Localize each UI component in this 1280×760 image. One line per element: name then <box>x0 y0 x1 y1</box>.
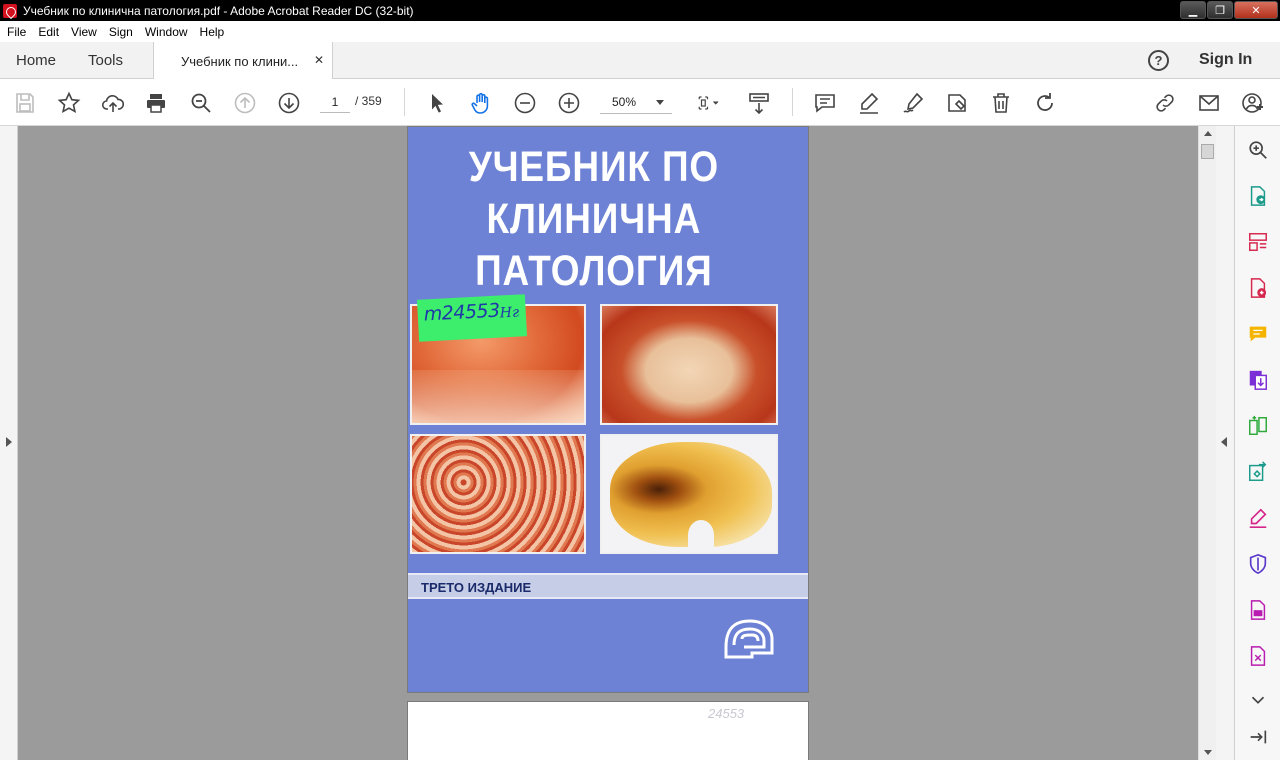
create-pdf-icon[interactable] <box>1246 276 1270 300</box>
restore-button[interactable]: ❐ <box>1207 1 1233 19</box>
vertical-scrollbar[interactable] <box>1198 126 1216 760</box>
zoom-level-select[interactable]: 50% <box>600 93 672 114</box>
menu-view[interactable]: View <box>65 25 103 39</box>
rotate-icon[interactable] <box>1032 90 1058 116</box>
right-panel-toggle[interactable] <box>1216 126 1234 760</box>
zoom-search-icon[interactable] <box>188 90 214 116</box>
close-window-button[interactable]: ✕ <box>1234 1 1278 19</box>
tab-document-label: Учебник по клини... <box>181 53 299 69</box>
tab-document[interactable]: Учебник по клини... ✕ <box>153 42 333 80</box>
cover-photo-cells <box>410 434 586 554</box>
publisher-logo-icon <box>724 619 774 659</box>
compare-files-icon[interactable] <box>1246 414 1270 438</box>
more-tools-chevron-icon[interactable] <box>1246 688 1270 712</box>
help-icon[interactable]: ? <box>1148 50 1169 71</box>
combine-files-icon[interactable] <box>1246 368 1270 392</box>
tab-bar: Home Tools Учебник по клини... ✕ <box>0 42 1280 80</box>
tab-home[interactable]: Home <box>16 42 56 79</box>
cover-title: УЧЕБНИК ПО КЛИНИЧНА ПАТОЛОГИЯ <box>434 141 754 297</box>
pdf-page-1: УЧЕБНИК ПО КЛИНИЧНА ПАТОЛОГИЯ m24553 Нг … <box>407 126 809 693</box>
scrollbar-thumb[interactable] <box>1201 144 1214 159</box>
upload-cloud-icon[interactable] <box>100 90 126 116</box>
toolbar-divider <box>404 88 405 116</box>
expand-left-icon <box>1221 437 1227 447</box>
tab-tools[interactable]: Tools <box>88 42 123 79</box>
fill-sign-pane-icon[interactable] <box>1246 506 1270 530</box>
print-icon[interactable] <box>143 90 169 116</box>
previous-page-icon[interactable] <box>232 90 258 116</box>
comment-pane-icon[interactable] <box>1246 322 1270 346</box>
draw-sign-icon[interactable] <box>900 90 926 116</box>
expand-right-icon <box>6 437 12 447</box>
window-controls: ▁ ❐ ✕ <box>1180 1 1278 19</box>
tools-pane <box>1234 126 1280 760</box>
menu-help[interactable]: Help <box>194 25 231 39</box>
scroll-down-icon[interactable] <box>1204 750 1212 755</box>
document-viewport[interactable]: УЧЕБНИК ПО КЛИНИЧНА ПАТОЛОГИЯ m24553 Нг … <box>18 126 1198 760</box>
cover-photo-tissue-2 <box>600 304 778 425</box>
zoom-out-icon[interactable] <box>512 90 538 116</box>
page-number-input[interactable]: 1 <box>320 93 350 113</box>
title-bar: Учебник по клинична патология.pdf - Adob… <box>0 0 1280 21</box>
scroll-up-icon[interactable] <box>1204 131 1212 136</box>
minimize-button[interactable]: ▁ <box>1180 1 1206 19</box>
redact-document-icon[interactable] <box>1246 644 1270 668</box>
pdf-page-2: 24553 <box>407 701 809 760</box>
cover-title-line: ПАТОЛОГИЯ <box>475 247 713 295</box>
export-pdf-icon[interactable] <box>1246 184 1270 208</box>
brain-section-image <box>610 442 772 550</box>
bookmark-star-icon[interactable] <box>56 90 82 116</box>
page2-bleed-text: 24553 <box>708 706 745 721</box>
menu-sign[interactable]: Sign <box>103 25 139 39</box>
zoom-level-value: 50% <box>612 95 637 109</box>
add-user-icon[interactable] <box>1240 90 1266 116</box>
acrobat-app-icon <box>3 3 17 18</box>
window-title: Учебник по клинична патология.pdf - Adob… <box>23 3 414 18</box>
zoom-pane-icon[interactable] <box>1246 138 1270 162</box>
page-fit-icon[interactable] <box>692 90 726 116</box>
cover-photo-brain <box>600 434 778 554</box>
trash-icon[interactable] <box>988 90 1014 116</box>
share-link-icon[interactable] <box>1152 90 1178 116</box>
protect-shield-icon[interactable] <box>1246 552 1270 576</box>
email-icon[interactable] <box>1196 90 1222 116</box>
save-icon[interactable] <box>12 90 38 116</box>
comment-icon[interactable] <box>812 90 838 116</box>
menu-bar: File Edit View Sign Window Help <box>0 21 1280 42</box>
collapse-pane-icon[interactable] <box>1246 725 1270 749</box>
menu-edit[interactable]: Edit <box>32 25 65 39</box>
next-page-icon[interactable] <box>276 90 302 116</box>
chevron-down-icon <box>656 100 664 105</box>
cover-title-line: КЛИНИЧНА <box>486 195 702 243</box>
page-total-label: / 359 <box>355 94 382 108</box>
close-tab-icon[interactable]: ✕ <box>314 53 324 67</box>
menu-file[interactable]: File <box>0 25 32 39</box>
hand-tool-icon[interactable] <box>468 90 494 116</box>
organize-pages-icon[interactable] <box>1246 230 1270 254</box>
menu-window[interactable]: Window <box>139 25 194 39</box>
left-panel-toggle[interactable] <box>0 126 18 760</box>
select-cursor-icon[interactable] <box>424 90 450 116</box>
zoom-in-icon[interactable] <box>556 90 582 116</box>
toolbar-divider <box>792 88 793 116</box>
edit-pdf-icon[interactable] <box>1246 460 1270 484</box>
stamp-number: m24553 <box>423 299 501 326</box>
stamp-suffix: Нг <box>499 304 520 322</box>
scroll-mode-icon[interactable] <box>746 90 772 116</box>
highlight-pen-icon[interactable] <box>856 90 882 116</box>
library-stamp: m24553 Нг <box>416 294 528 342</box>
fill-sign-icon[interactable] <box>944 90 970 116</box>
edition-label: ТРЕТО ИЗДАНИЕ <box>421 580 532 595</box>
edition-band: ТРЕТО ИЗДАНИЕ <box>408 573 808 599</box>
cover-title-line: УЧЕБНИК ПО <box>468 143 720 191</box>
sign-in-link[interactable]: Sign In <box>1199 51 1252 69</box>
send-for-review-icon[interactable] <box>1246 598 1270 622</box>
toolbar: 1 / 359 50% <box>0 79 1280 126</box>
